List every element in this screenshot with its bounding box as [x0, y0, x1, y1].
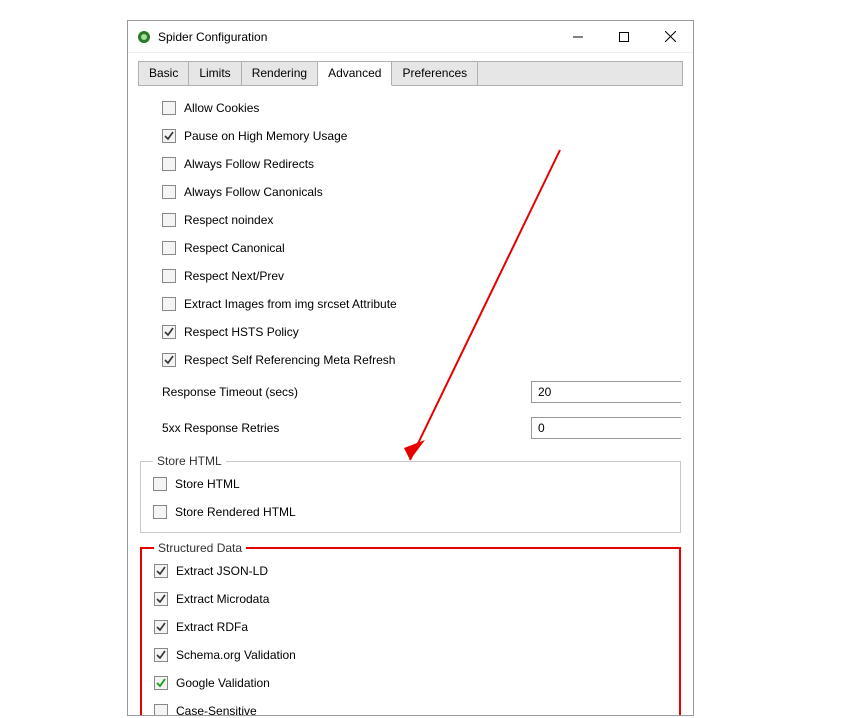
- checkbox-extract-srcset[interactable]: [162, 297, 176, 311]
- tab-basic[interactable]: Basic: [139, 62, 189, 85]
- checkbox-rdfa[interactable]: [154, 620, 168, 634]
- label-extract-srcset: Extract Images from img srcset Attribute: [184, 297, 397, 311]
- label-respect-hsts: Respect HSTS Policy: [184, 325, 299, 339]
- tab-bar: Basic Limits Rendering Advanced Preferen…: [138, 61, 683, 86]
- row-pause-high-mem: Pause on High Memory Usage: [140, 122, 681, 150]
- close-button[interactable]: [647, 21, 693, 52]
- titlebar: Spider Configuration: [128, 21, 693, 53]
- fieldset-structured-data: Structured Data Extract JSON-LD Extract …: [140, 541, 681, 715]
- row-respect-self-refresh: Respect Self Referencing Meta Refresh: [140, 346, 681, 374]
- row-store-html: Store HTML: [147, 470, 674, 498]
- checkbox-respect-hsts[interactable]: [162, 325, 176, 339]
- row-store-rendered: Store Rendered HTML: [147, 498, 674, 526]
- window-title: Spider Configuration: [158, 30, 555, 44]
- checkbox-store-rendered[interactable]: [153, 505, 167, 519]
- checkbox-respect-noindex[interactable]: [162, 213, 176, 227]
- label-google-val: Google Validation: [176, 676, 270, 690]
- tab-advanced[interactable]: Advanced: [318, 62, 392, 86]
- label-rdfa: Extract RDFa: [176, 620, 248, 634]
- label-follow-canonicals: Always Follow Canonicals: [184, 185, 323, 199]
- spinner-retries[interactable]: [531, 417, 681, 439]
- row-google-val: Google Validation: [148, 669, 673, 697]
- label-case-sensitive: Case-Sensitive: [176, 704, 257, 715]
- row-response-timeout: Response Timeout (secs): [140, 374, 681, 410]
- label-response-timeout: Response Timeout (secs): [162, 385, 531, 399]
- input-response-timeout[interactable]: [532, 382, 693, 402]
- row-case-sensitive: Case-Sensitive: [148, 697, 673, 715]
- label-schema-val: Schema.org Validation: [176, 648, 296, 662]
- tab-limits[interactable]: Limits: [189, 62, 241, 85]
- label-follow-redirects: Always Follow Redirects: [184, 157, 314, 171]
- checkbox-respect-canonical[interactable]: [162, 241, 176, 255]
- checkbox-allow-cookies[interactable]: [162, 101, 176, 115]
- checkbox-respect-self-refresh[interactable]: [162, 353, 176, 367]
- tab-content-advanced: Allow Cookies Pause on High Memory Usage…: [128, 86, 693, 715]
- checkbox-pause-high-mem[interactable]: [162, 129, 176, 143]
- tab-rendering[interactable]: Rendering: [242, 62, 318, 85]
- row-respect-noindex: Respect noindex: [140, 206, 681, 234]
- checkbox-store-html[interactable]: [153, 477, 167, 491]
- fieldset-store-html: Store HTML Store HTML Store Rendered HTM…: [140, 454, 681, 533]
- label-respect-canonical: Respect Canonical: [184, 241, 285, 255]
- minimize-button[interactable]: [555, 21, 601, 52]
- input-retries[interactable]: [532, 418, 693, 438]
- window-controls: [555, 21, 693, 52]
- row-follow-canonicals: Always Follow Canonicals: [140, 178, 681, 206]
- checkbox-follow-redirects[interactable]: [162, 157, 176, 171]
- row-rdfa: Extract RDFa: [148, 613, 673, 641]
- checkbox-respect-nextprev[interactable]: [162, 269, 176, 283]
- row-retries: 5xx Response Retries: [140, 410, 681, 446]
- label-jsonld: Extract JSON-LD: [176, 564, 268, 578]
- spinner-response-timeout[interactable]: [531, 381, 681, 403]
- tab-filler: [478, 62, 682, 85]
- checkbox-case-sensitive[interactable]: [154, 704, 168, 715]
- config-window: Spider Configuration Basic Limits Render…: [127, 20, 694, 716]
- label-microdata: Extract Microdata: [176, 592, 269, 606]
- checkbox-jsonld[interactable]: [154, 564, 168, 578]
- row-extract-srcset: Extract Images from img srcset Attribute: [140, 290, 681, 318]
- legend-store-html: Store HTML: [153, 454, 226, 468]
- row-allow-cookies: Allow Cookies: [140, 94, 681, 122]
- row-follow-redirects: Always Follow Redirects: [140, 150, 681, 178]
- row-respect-canonical: Respect Canonical: [140, 234, 681, 262]
- row-jsonld: Extract JSON-LD: [148, 557, 673, 585]
- maximize-button[interactable]: [601, 21, 647, 52]
- checkbox-schema-val[interactable]: [154, 648, 168, 662]
- app-icon: [136, 29, 152, 45]
- tab-preferences[interactable]: Preferences: [392, 62, 478, 85]
- label-respect-nextprev: Respect Next/Prev: [184, 269, 284, 283]
- label-retries: 5xx Response Retries: [162, 421, 531, 435]
- label-allow-cookies: Allow Cookies: [184, 101, 259, 115]
- row-microdata: Extract Microdata: [148, 585, 673, 613]
- label-respect-noindex: Respect noindex: [184, 213, 273, 227]
- checkbox-google-val[interactable]: [154, 676, 168, 690]
- checkbox-follow-canonicals[interactable]: [162, 185, 176, 199]
- label-store-rendered: Store Rendered HTML: [175, 505, 296, 519]
- row-respect-nextprev: Respect Next/Prev: [140, 262, 681, 290]
- legend-structured-data: Structured Data: [154, 541, 246, 555]
- label-store-html: Store HTML: [175, 477, 240, 491]
- checkbox-microdata[interactable]: [154, 592, 168, 606]
- label-pause-high-mem: Pause on High Memory Usage: [184, 129, 347, 143]
- row-respect-hsts: Respect HSTS Policy: [140, 318, 681, 346]
- label-respect-self-refresh: Respect Self Referencing Meta Refresh: [184, 353, 395, 367]
- row-schema-val: Schema.org Validation: [148, 641, 673, 669]
